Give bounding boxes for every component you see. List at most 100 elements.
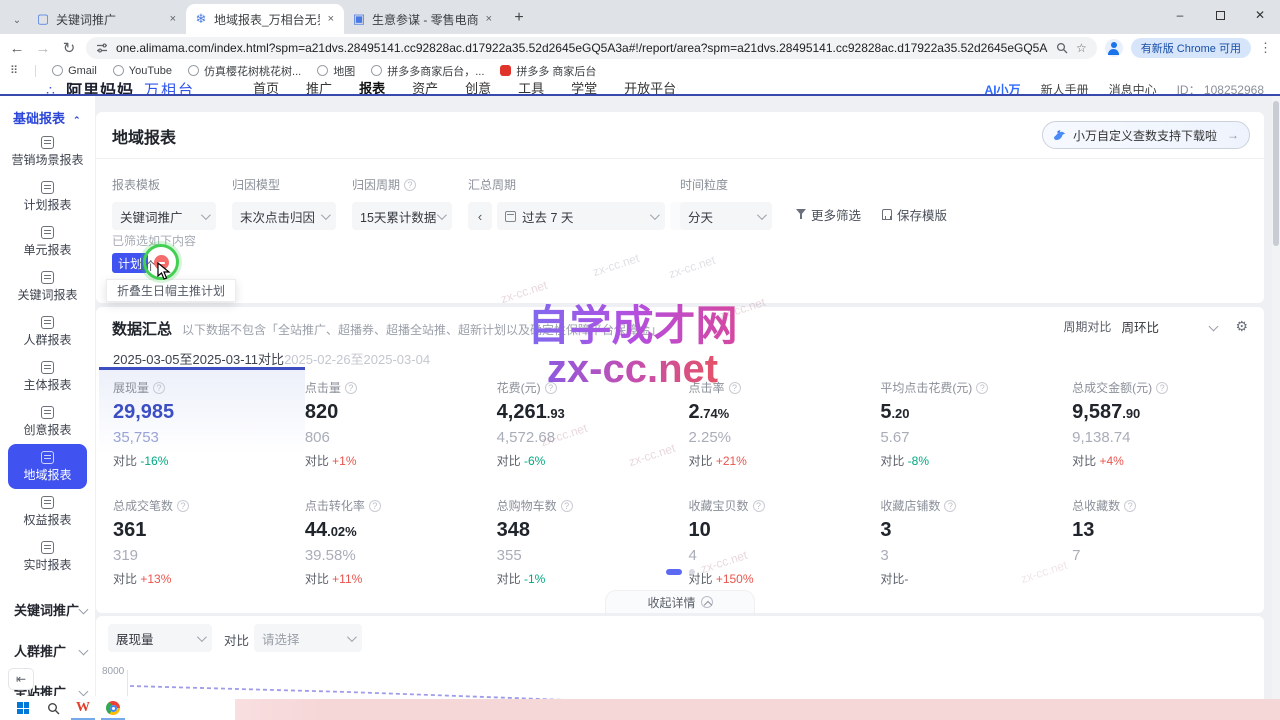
- metric-card[interactable]: 展现量? 29,985 35,753 对比 -16%: [99, 367, 305, 469]
- bookmarks-bar: ⠿ Gmail YouTube 仿真樱花树桃花树... 地图 拼多多商家后台，.…: [0, 62, 1280, 79]
- close-button[interactable]: ✕: [1240, 0, 1280, 30]
- sidebar-section-basic-reports[interactable]: 基础报表⌃: [0, 96, 95, 129]
- sidebar-item[interactable]: 关键词报表: [8, 264, 87, 309]
- gear-icon[interactable]: ⚙: [1235, 318, 1248, 335]
- app-nav-item[interactable]: 推广: [306, 79, 332, 96]
- bookmark-item[interactable]: 仿真樱花树桃花树...: [188, 63, 301, 79]
- browser-tab[interactable]: ▢ 关键词推广 ×: [28, 4, 186, 34]
- app-nav-item[interactable]: 工具: [518, 79, 544, 96]
- forward-icon[interactable]: →: [34, 40, 52, 57]
- chart-metric-select[interactable]: 展现量: [108, 624, 212, 652]
- taskbar-search-icon[interactable]: [38, 696, 68, 720]
- newbie-manual-link[interactable]: 新人手册: [1041, 81, 1089, 97]
- attribution-window-select[interactable]: 15天累计数据: [352, 202, 452, 230]
- chrome-icon[interactable]: [98, 696, 128, 720]
- wps-icon[interactable]: W: [68, 696, 98, 720]
- previous-period-button[interactable]: ‹: [468, 202, 492, 230]
- profile-avatar[interactable]: [1105, 39, 1123, 57]
- metric-label: 平均点击花费(元)?: [880, 379, 1072, 396]
- plan-tooltip: 折叠生日帽主推计划: [106, 279, 236, 302]
- report-template-select[interactable]: 关键词推广: [112, 202, 216, 230]
- browser-tab[interactable]: ❄ 地域报表_万相台无界版 ×: [186, 4, 344, 34]
- browser-tab[interactable]: ▣ 生意参谋 - 零售电商大数据产... ×: [344, 4, 502, 34]
- bookmark-item[interactable]: 拼多多 商家后台: [500, 63, 596, 79]
- tab-close-icon[interactable]: ×: [168, 13, 178, 25]
- bookmark-item[interactable]: Gmail: [52, 63, 97, 79]
- message-center-link[interactable]: 消息中心: [1109, 81, 1157, 97]
- app-nav-item[interactable]: 学堂: [571, 79, 597, 96]
- sidebar-item[interactable]: 创意报表: [8, 399, 87, 444]
- tab-search-chevron-icon[interactable]: ⌄: [6, 6, 28, 34]
- start-button[interactable]: [8, 696, 38, 720]
- pagination-dot-active[interactable]: [666, 569, 682, 575]
- address-bar[interactable]: one.alimama.com/index.html?spm=a21dvs.28…: [86, 37, 1097, 59]
- select-placeholder: 请选择: [262, 629, 300, 648]
- select-value: 关键词推广: [120, 207, 183, 226]
- attribution-model-select[interactable]: 末次点击归因: [232, 202, 336, 230]
- chart-compare-select[interactable]: 请选择: [254, 624, 362, 652]
- app-nav-item[interactable]: 资产: [412, 79, 438, 96]
- time-granularity-select[interactable]: 分天: [680, 202, 772, 230]
- new-tab-button[interactable]: +: [506, 5, 532, 31]
- metric-card[interactable]: 点击量? 820 806 对比 +1%: [305, 367, 497, 469]
- metric-previous-value: 9,138.74: [1072, 429, 1264, 446]
- app-nav-item[interactable]: 报表: [359, 79, 385, 96]
- metric-diff: 对比 -6%: [497, 452, 689, 469]
- sidebar-item[interactable]: 主体报表: [8, 354, 87, 399]
- back-icon[interactable]: ←: [8, 40, 26, 57]
- metric-card[interactable]: 点击率? 2.74% 2.25% 对比 +21%: [688, 367, 880, 469]
- metric-card[interactable]: 总成交金额(元)? 9,587.90 9,138.74 对比 +4%: [1072, 367, 1264, 469]
- minimize-button[interactable]: –: [1160, 0, 1200, 30]
- compare-select[interactable]: 周环比: [1121, 317, 1217, 336]
- metric-card[interactable]: 平均点击花费(元)? 5.20 5.67 对比 -8%: [880, 367, 1072, 469]
- metric-previous-value: 319: [113, 547, 305, 564]
- bookmark-star-icon[interactable]: ☆: [1076, 41, 1087, 55]
- tab-close-icon[interactable]: ×: [326, 13, 336, 25]
- sidebar-item[interactable]: 计划报表: [8, 174, 87, 219]
- save-template-button[interactable]: 保存模版: [882, 200, 947, 228]
- browser-menu-icon[interactable]: ⋮: [1259, 40, 1272, 56]
- apps-grid-icon[interactable]: ⠿: [10, 64, 19, 77]
- refresh-icon[interactable]: ↻: [60, 39, 78, 57]
- more-filters-button[interactable]: 更多筛选: [796, 200, 861, 228]
- xiaowan-download-banner[interactable]: 小万自定义查数支持下载啦 →: [1042, 121, 1250, 149]
- diff-value: -16%: [140, 454, 168, 468]
- report-doc-icon: [41, 451, 54, 464]
- scrollbar-thumb[interactable]: [1273, 101, 1279, 246]
- ai-xiaowan-link[interactable]: AI小万: [985, 81, 1021, 97]
- sidebar-item[interactable]: 权益报表: [8, 489, 87, 534]
- pagination-dot[interactable]: [689, 569, 695, 575]
- chevron-down-icon: [79, 605, 89, 615]
- site-settings-icon[interactable]: [96, 42, 108, 54]
- bookmark-item[interactable]: 地图: [317, 63, 355, 79]
- zoom-icon[interactable]: [1056, 42, 1068, 54]
- bookmark-label: YouTube: [129, 65, 172, 77]
- tab-close-icon[interactable]: ×: [484, 13, 494, 25]
- app-nav-item[interactable]: 开放平台: [624, 79, 676, 96]
- collapse-sidebar-button[interactable]: ⇤: [8, 668, 34, 690]
- metric-row-1: 展现量? 29,985 35,753 对比 -16% 点击量? 820 806 …: [96, 367, 1264, 469]
- sidebar-item[interactable]: 营销场景报表: [8, 129, 87, 174]
- sidebar-item[interactable]: 单元报表: [8, 219, 87, 264]
- select-value: 展现量: [116, 629, 154, 648]
- summary-title: 数据汇总: [112, 318, 172, 339]
- select-value: 周环比: [1121, 317, 1159, 336]
- bookmark-item[interactable]: 拼多多商家后台，...: [371, 63, 484, 79]
- chevron-down-icon: [79, 646, 89, 656]
- app-nav-item[interactable]: 创意: [465, 79, 491, 96]
- app-nav-item[interactable]: 首页: [253, 79, 279, 96]
- sidebar-item[interactable]: 地域报表: [8, 444, 87, 489]
- chrome-update-button[interactable]: 有新版 Chrome 可用: [1131, 38, 1251, 58]
- restore-button[interactable]: [1200, 0, 1240, 30]
- page-scrollbar[interactable]: [1272, 96, 1280, 699]
- collapse-details-button[interactable]: 收起详情: [605, 590, 755, 613]
- metric-card[interactable]: 花费(元)? 4,261.93 4,572.68 对比 -6%: [497, 367, 689, 469]
- date-range-select[interactable]: 过去 7 天: [497, 202, 665, 230]
- sidebar-item[interactable]: 实时报表: [8, 534, 87, 579]
- metric-diff: 对比 +21%: [688, 452, 880, 469]
- y-axis-tick: 8000: [102, 666, 124, 677]
- sidebar-group[interactable]: 人群推广: [0, 630, 95, 671]
- sidebar-item[interactable]: 人群报表: [8, 309, 87, 354]
- bookmark-item[interactable]: YouTube: [113, 63, 172, 79]
- sidebar-group[interactable]: 关键词推广: [0, 589, 95, 630]
